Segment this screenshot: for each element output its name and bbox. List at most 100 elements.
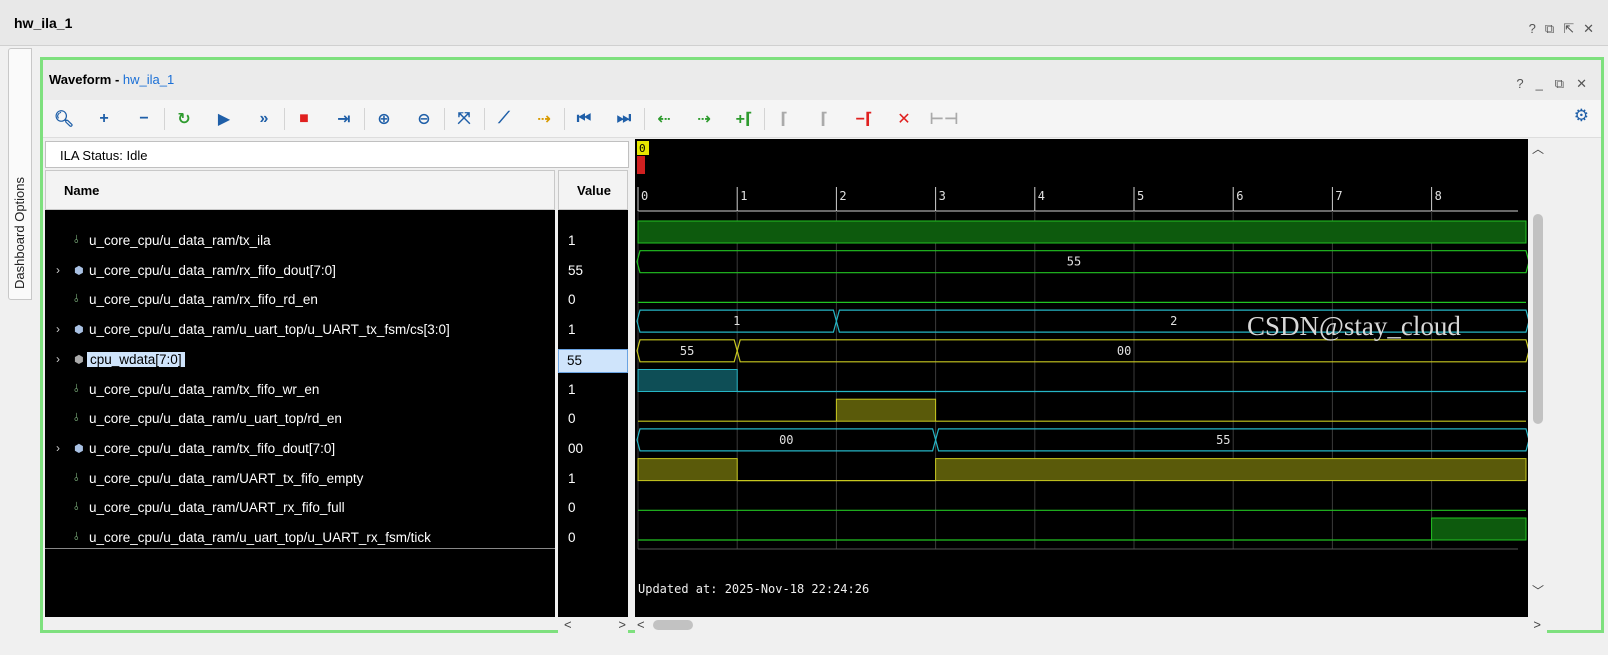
wave-scroll-right-icon[interactable]: > [1533, 617, 1541, 632]
signal-value-row[interactable]: 0 [558, 527, 628, 551]
add-icon[interactable]: + [91, 106, 117, 132]
go-to-cursor-icon[interactable]: ⇢ [531, 106, 557, 132]
signal-value-row[interactable]: 1 [558, 230, 628, 254]
wave-vscroll-thumb[interactable] [1533, 214, 1543, 424]
signal-name: u_core_cpu/u_data_ram/u_uart_top/u_UART_… [89, 322, 450, 338]
help-icon[interactable]: ? [1529, 21, 1536, 37]
time-tick-label: 7 [1335, 189, 1342, 203]
value-column-label: Value [577, 183, 611, 198]
signal-row[interactable]: › ⬢ u_core_cpu/u_data_ram/rx_fifo_dout[7:0… [45, 260, 555, 284]
scroll-down-icon[interactable]: ﹀ [1532, 582, 1544, 599]
signal-value-row[interactable]: 0 [558, 408, 628, 432]
name-column-header[interactable]: Name [45, 170, 555, 210]
signal-value-row[interactable]: 1 [558, 319, 628, 343]
signal-value-row[interactable]: 55 [558, 260, 628, 284]
run-trigger-icon[interactable]: ▶ [211, 106, 237, 132]
waveform-title: Waveform - hw_ila_1 [49, 72, 174, 87]
toolbar-separator [764, 108, 765, 130]
time-tick-label: 5 [1137, 189, 1144, 203]
scroll-left-icon[interactable]: < [564, 617, 572, 632]
wave-scroll-left-icon[interactable]: < [637, 617, 645, 632]
go-to-start-icon[interactable]: ⏮ [571, 106, 597, 132]
signal-row[interactable]: › ⬢ u_core_cpu/u_data_ram/u_uart_top/u_UAR… [45, 319, 555, 343]
delete-all-markers-icon[interactable]: ✕ [891, 106, 917, 132]
signal-value: 0 [568, 292, 576, 308]
signal-bit-icon: ⫰ [74, 293, 79, 306]
signal-row[interactable]: ⫰ u_core_cpu/u_data_ram/tx_ila [45, 230, 555, 254]
bit-high-segment [637, 369, 738, 392]
search-icon[interactable]: 🔍︎ [51, 106, 77, 132]
bus-value-label: 55 [1067, 255, 1081, 269]
export-icon[interactable]: ⇥ [331, 106, 357, 132]
signal-row[interactable]: ⫰ u_core_cpu/u_data_ram/u_uart_top/rd_en [45, 408, 555, 432]
scroll-right-icon[interactable]: > [618, 617, 626, 632]
zoom-out-icon[interactable]: ⊖ [411, 106, 437, 132]
signal-value: 1 [568, 233, 576, 248]
waveform-view[interactable]: 0 0 1 2 3 4 5 6 7 8 55 1 2 55 00 00 55 Updated at: 2025-N… [635, 139, 1530, 617]
add-marker-icon[interactable]: +⌈ [731, 106, 757, 132]
waveform-title-link[interactable]: hw_ila_1 [123, 72, 174, 87]
bus-value-label: 00 [1117, 344, 1131, 358]
previous-marker-icon[interactable]: ⌈ [771, 106, 797, 132]
next-transition-icon[interactable]: ⇢ [691, 106, 717, 132]
close-icon[interactable]: ✕ [1583, 21, 1594, 37]
go-to-end-icon[interactable]: ⏭ [611, 106, 637, 132]
cursor-icon[interactable]: ⟋ [491, 106, 517, 132]
delete-marker-icon[interactable]: −⌈ [851, 106, 877, 132]
panel-close-icon[interactable]: ✕ [1576, 76, 1587, 92]
signal-value-row[interactable]: 0 [558, 289, 628, 313]
swap-markers-icon[interactable]: ⊢⊣ [929, 106, 958, 132]
expand-chevron-icon[interactable]: › [56, 441, 60, 455]
expand-chevron-icon[interactable]: › [56, 263, 60, 277]
signal-name: u_core_cpu/u_data_ram/tx_fifo_wr_en [89, 381, 320, 397]
remove-icon[interactable]: − [131, 106, 157, 132]
ila-status: ILA Status: Idle [45, 141, 629, 168]
signal-row[interactable]: ⫰ u_core_cpu/u_data_ram/UART_rx_fifo_full [45, 497, 555, 521]
previous-transition-icon[interactable]: ⇠ [651, 106, 677, 132]
panel-restore-icon[interactable]: ⧉ [1555, 76, 1564, 92]
wave-vscroll[interactable]: ︿ ﹀ [1529, 139, 1547, 617]
signal-value-row[interactable]: 1 [558, 379, 628, 403]
signal-row[interactable]: › ⬢ cpu_wdata[7:0] [45, 349, 555, 373]
time-tick-label: 3 [939, 189, 946, 203]
signal-value-row[interactable]: 0 [558, 497, 628, 521]
stop-icon[interactable]: ■ [291, 106, 317, 132]
wave-hscroll[interactable]: < > [635, 617, 1547, 635]
signal-name: cpu_wdata[7:0] [87, 351, 185, 367]
signal-value: 55 [567, 352, 583, 368]
signal-name-list: Name ⫰ u_core_cpu/u_data_ram/tx_ila › ⬢ u_co… [45, 170, 555, 617]
auto-retrigger-icon[interactable]: » [251, 106, 277, 132]
signal-row[interactable]: ⫰ u_core_cpu/u_data_ram/tx_fifo_wr_en [45, 379, 555, 403]
scroll-up-icon[interactable]: ︿ [1532, 140, 1544, 157]
toolbar-separator [364, 108, 365, 130]
panel-minimize-icon[interactable]: _ [1536, 76, 1543, 92]
settings-icon[interactable]: ⚙ [1574, 106, 1589, 126]
signal-value-row[interactable]: 00 [558, 438, 628, 462]
float-icon[interactable]: ⇱ [1563, 21, 1574, 37]
wave-hscroll-thumb[interactable] [653, 620, 693, 630]
expand-chevron-icon[interactable]: › [56, 352, 60, 366]
value-hscroll[interactable]: < > [558, 617, 628, 635]
next-marker-icon[interactable]: ⌈ [811, 106, 837, 132]
bit-high-segment [835, 398, 937, 422]
zoom-fit-icon[interactable]: ⤧ [451, 106, 477, 132]
waveform-canvas[interactable]: 00 1 2 3 4 5 6 7 8551 255 0000 55Updated at: 2025-N… [635, 139, 1530, 617]
signal-row[interactable]: ⫰ u_core_cpu/u_data_ram/u_uart_top/u_UART… [45, 527, 555, 551]
zoom-in-icon[interactable]: ⊕ [371, 106, 397, 132]
signal-row[interactable]: ⫰ u_core_cpu/u_data_ram/UART_tx_fifo_empt… [45, 468, 555, 492]
trigger-marker[interactable] [637, 156, 645, 174]
run-trigger-immediate-icon[interactable]: ↻ [171, 106, 197, 132]
signal-row[interactable]: › ⬢ u_core_cpu/u_data_ram/tx_fifo_dout[7:0… [45, 438, 555, 462]
dashboard-options-tab[interactable]: Dashboard Options [8, 48, 32, 300]
panel-help-icon[interactable]: ? [1516, 76, 1523, 92]
time-tick-label: 4 [1038, 189, 1045, 203]
restore-icon[interactable]: ⧉ [1545, 21, 1554, 37]
signal-row[interactable]: ⫰ u_core_cpu/u_data_ram/rx_fifo_rd_en [45, 289, 555, 313]
expand-chevron-icon[interactable]: › [56, 322, 60, 336]
waveform-toolbar: ⚙ 🔍︎ + − ↻ ▶ » ■ ⇥ ⊕ ⊖ ⤧ ⟋ ⇢ ⏮ ⏭ ⇠ ⇢ +⌈ ⌈ ⌈ −⌈ ✕ ⊢⊣ [43, 100, 1601, 138]
updated-timestamp: Updated at: 2025-Nov-18 22:24:26 [638, 582, 869, 596]
signal-value-row[interactable]: 55 [558, 348, 628, 373]
bit-high-segment [637, 458, 738, 482]
signal-value-row[interactable]: 1 [558, 468, 628, 492]
value-column-header[interactable]: Value [558, 170, 628, 210]
